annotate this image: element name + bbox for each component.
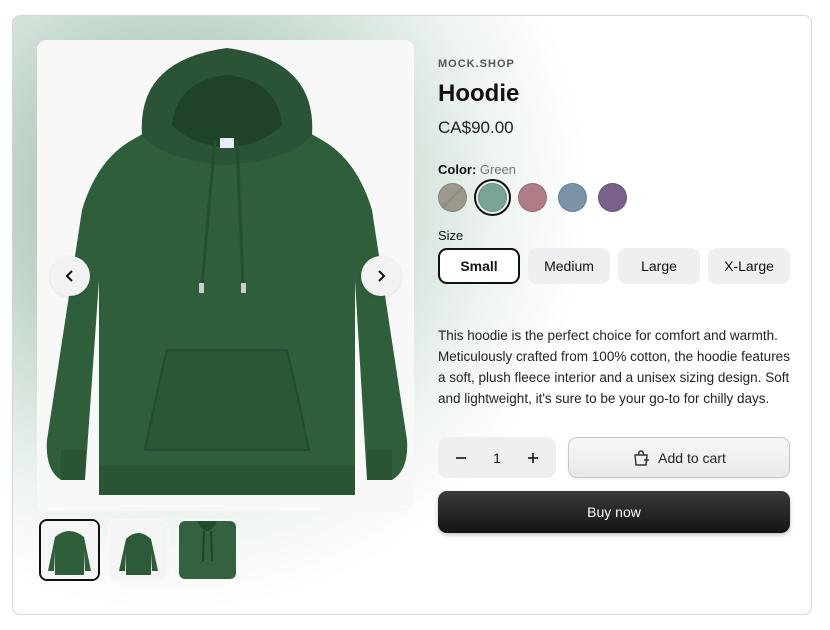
swatch-purple[interactable] <box>598 183 627 212</box>
product-image <box>37 40 414 511</box>
hoodie-image <box>37 40 414 511</box>
product-info: MOCK.SHOP Hoodie CA$90.00 Color: Green S… <box>438 58 790 533</box>
swatch-blue[interactable] <box>558 183 587 212</box>
swatch-taupe[interactable] <box>438 183 467 212</box>
size-small-button[interactable]: Small <box>438 248 520 284</box>
size-medium-button[interactable]: Medium <box>528 248 610 284</box>
product-price: CA$90.00 <box>438 118 514 137</box>
quantity-stepper: 1 <box>438 437 556 478</box>
previous-image-button[interactable] <box>50 256 90 296</box>
selected-color-value: Green <box>479 162 517 177</box>
plus-icon <box>527 452 538 463</box>
product-card: MOCK.SHOP Hoodie CA$90.00 Color: Green S… <box>12 15 812 615</box>
chevron-left-icon <box>65 270 73 282</box>
color-swatches <box>438 179 790 216</box>
add-to-cart-button[interactable]: Add to cart <box>568 437 790 478</box>
size-options: Small Medium Large X-Large <box>438 248 790 284</box>
quantity-value: 1 <box>493 449 501 466</box>
purchase-actions: 1 Add to cart <box>438 437 790 478</box>
thumbnail-strip <box>39 519 238 581</box>
swatch-rose[interactable] <box>518 183 547 212</box>
thumbnail-1[interactable] <box>39 519 100 581</box>
decrease-quantity-button[interactable] <box>448 445 474 471</box>
thumbnail-3[interactable] <box>177 519 238 581</box>
color-label-text: Color: <box>438 162 477 177</box>
size-xlarge-button[interactable]: X-Large <box>708 248 790 284</box>
thumbnail-2[interactable] <box>108 519 169 581</box>
shopping-bag-plus-icon <box>634 449 650 466</box>
next-image-button[interactable] <box>361 256 401 296</box>
size-label: Size <box>438 228 464 243</box>
vendor-name: MOCK.SHOP <box>438 58 515 70</box>
product-title: Hoodie <box>438 80 520 107</box>
size-large-button[interactable]: Large <box>618 248 700 284</box>
minus-icon <box>456 456 466 459</box>
swatch-green[interactable] <box>474 179 511 216</box>
increase-quantity-button[interactable] <box>520 445 546 471</box>
buy-now-button[interactable]: Buy now <box>438 491 790 533</box>
chevron-right-icon <box>378 270 386 282</box>
add-to-cart-label: Add to cart <box>658 449 726 466</box>
product-description: This hoodie is the perfect choice for co… <box>438 328 790 406</box>
color-label: Color: Green <box>438 162 790 177</box>
